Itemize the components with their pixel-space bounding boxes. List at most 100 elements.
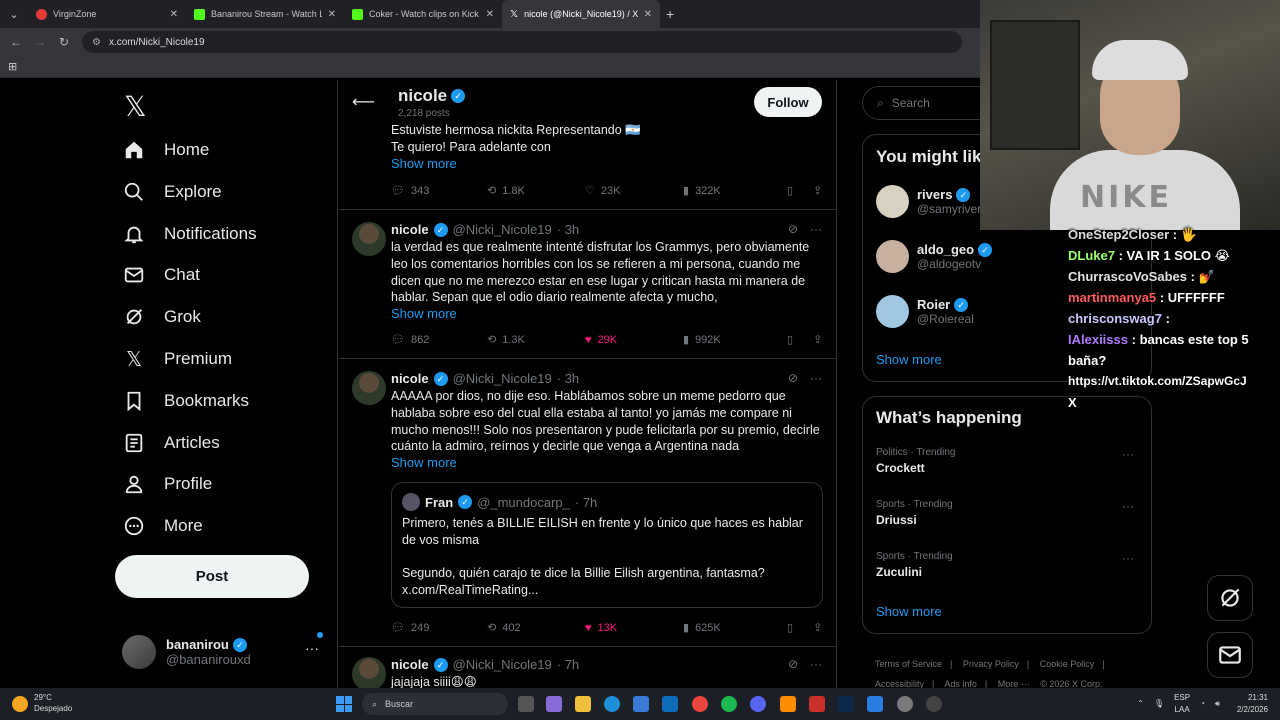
reload-icon[interactable]: ↻: [52, 35, 76, 49]
outlook-icon[interactable]: [662, 696, 678, 712]
nav-articles[interactable]: Articles: [122, 423, 220, 463]
trend-item[interactable]: Politics · Trending Crockett ···: [876, 447, 1140, 475]
browser-tab-active[interactable]: 𝕏 nicole (@Nicki_Nicole19) / X ✕: [502, 0, 660, 28]
nav-bookmarks[interactable]: Bookmarks: [122, 381, 249, 421]
ellipsis-icon[interactable]: ···: [1122, 551, 1134, 565]
post-button[interactable]: Post: [115, 555, 309, 598]
clock[interactable]: 21:31 2/2/2026: [1237, 692, 1268, 716]
grok-icon[interactable]: ⊘: [788, 371, 798, 385]
reply-button[interactable]: 💬︎ 862: [391, 333, 487, 347]
views-button[interactable]: ▮ 625K: [683, 621, 787, 635]
taskbar-search[interactable]: ⌕ Buscar: [362, 693, 508, 715]
ellipsis-icon[interactable]: ···: [1122, 447, 1134, 461]
notes-icon[interactable]: [867, 696, 883, 712]
tab-search-icon[interactable]: ⌄: [0, 0, 28, 28]
views-button[interactable]: ▮ 322K: [683, 184, 787, 198]
ellipsis-icon[interactable]: ···: [305, 640, 319, 656]
microphone-icon[interactable]: 🎙︎: [1154, 698, 1164, 710]
chevron-up-icon[interactable]: ⌃: [1137, 698, 1144, 710]
apps-grid-icon[interactable]: ⊞: [8, 60, 17, 73]
app-icon[interactable]: [780, 696, 796, 712]
tweet-time[interactable]: · 3h: [557, 222, 579, 237]
back-arrow-icon[interactable]: ←: [4, 35, 28, 49]
tweet[interactable]: nicole ✓ @Nicki_Nicole19 · 3h ⊘ ··· la v…: [338, 210, 836, 359]
discord-icon[interactable]: [750, 696, 766, 712]
grok-icon[interactable]: ⊘: [788, 657, 798, 671]
store-icon[interactable]: [633, 696, 649, 712]
reply-button[interactable]: 💬︎ 249: [391, 621, 487, 635]
wifi-icon[interactable]: ◔: [1200, 698, 1205, 710]
avatar[interactable]: [352, 657, 386, 688]
tweet[interactable]: nicole ✓ @Nicki_Nicole19 · 7h ⊘ ··· jaja…: [338, 647, 836, 688]
speaker-icon[interactable]: 🔊︎: [1215, 698, 1220, 710]
file-explorer-icon[interactable]: [575, 696, 591, 712]
nav-explore[interactable]: Explore: [122, 172, 222, 212]
tweet[interactable]: nicole ✓ @Nicki_Nicole19 · 3h ⊘ ··· AAAA…: [338, 359, 836, 647]
settings-gear-icon[interactable]: [897, 696, 913, 712]
close-tab-icon[interactable]: ✕: [644, 9, 652, 20]
nav-grok[interactable]: Grok: [122, 297, 201, 337]
author-handle[interactable]: @Nicki_Nicole19: [453, 657, 552, 672]
retweet-button[interactable]: ⟲ 1.3K: [487, 333, 585, 347]
copilot-icon[interactable]: [546, 696, 562, 712]
author-handle[interactable]: @Nicki_Nicole19: [453, 222, 552, 237]
nav-chat[interactable]: Chat: [122, 255, 200, 295]
tweet-time[interactable]: · 3h: [557, 371, 579, 386]
grok-icon[interactable]: ⊘: [788, 222, 798, 236]
photoshop-icon[interactable]: [838, 696, 854, 712]
bookmark-icon[interactable]: ▯: [787, 333, 813, 346]
show-more-link[interactable]: Show more: [391, 455, 457, 470]
reply-button[interactable]: 💬︎ 343: [391, 184, 487, 198]
browser-tab[interactable]: Bananirou Stream - Watch Live ✕: [186, 0, 344, 28]
suggested-account[interactable]: rivers ✓ @samyriver: [876, 185, 981, 218]
views-button[interactable]: ▮ 992K: [683, 333, 787, 347]
site-info-icon[interactable]: ⚙: [92, 37, 101, 48]
ellipsis-icon[interactable]: ···: [810, 371, 822, 385]
nav-home[interactable]: Home: [122, 130, 209, 170]
obs-icon[interactable]: [926, 696, 942, 712]
back-arrow-icon[interactable]: ⟵: [352, 92, 375, 112]
share-icon[interactable]: ⇪: [813, 333, 822, 346]
author-handle[interactable]: @Nicki_Nicole19: [453, 371, 552, 386]
avatar[interactable]: [352, 222, 386, 256]
weather-widget[interactable]: 29°C Despejado: [12, 692, 72, 714]
author-name[interactable]: nicole: [391, 222, 429, 237]
author-name[interactable]: nicole: [391, 371, 429, 386]
like-button[interactable]: ♡ 23K: [585, 184, 683, 198]
footer-link[interactable]: Privacy Policy: [963, 659, 1019, 669]
close-tab-icon[interactable]: ✕: [170, 9, 178, 20]
suggested-account[interactable]: Roier ✓ @Roiereal: [876, 295, 974, 328]
show-more-link[interactable]: Show more: [391, 156, 457, 171]
spotify-icon[interactable]: [721, 696, 737, 712]
new-tab-icon[interactable]: +: [666, 6, 674, 22]
x-logo-icon[interactable]: 𝕏: [124, 90, 147, 123]
tweet-time[interactable]: · 7h: [557, 657, 579, 672]
browser-tab[interactable]: VirginZone ✕: [28, 0, 186, 28]
close-tab-icon[interactable]: ✕: [328, 9, 336, 20]
show-more-link[interactable]: Show more: [391, 306, 457, 321]
ellipsis-icon[interactable]: ···: [1122, 499, 1134, 513]
trend-item[interactable]: Sports · Trending Zuculini ···: [876, 551, 1140, 579]
url-field[interactable]: ⚙ x.com/Nicki_Nicole19: [82, 31, 962, 53]
author-name[interactable]: nicole: [391, 657, 429, 672]
share-icon[interactable]: ⇪: [813, 184, 822, 197]
account-switcher[interactable]: bananirou ✓ @bananirouxd ···: [122, 632, 327, 672]
trend-item[interactable]: Sports · Trending Driussi ···: [876, 499, 1140, 527]
ellipsis-icon[interactable]: ···: [810, 222, 822, 236]
nav-premium[interactable]: 𝕏 Premium: [122, 339, 232, 379]
nav-profile[interactable]: Profile: [122, 464, 212, 504]
footer-link[interactable]: Terms of Service: [875, 659, 942, 669]
avatar[interactable]: [352, 371, 386, 405]
chrome-icon[interactable]: [692, 696, 708, 712]
suggested-account[interactable]: aldo_geo ✓ @aldogeotv: [876, 240, 993, 273]
follow-button[interactable]: Follow: [754, 87, 822, 117]
show-more-link[interactable]: Show more: [876, 352, 942, 367]
ellipsis-icon[interactable]: ···: [810, 657, 822, 671]
quoted-tweet[interactable]: Fran ✓ @_mundocarp_ · 7h Primero, tenés …: [391, 482, 823, 608]
footer-link[interactable]: Cookie Policy: [1040, 659, 1095, 669]
nav-more[interactable]: More: [122, 506, 203, 546]
edge-icon[interactable]: [604, 696, 620, 712]
nav-notifications[interactable]: Notifications: [122, 214, 257, 254]
windows-start-icon[interactable]: [336, 696, 352, 712]
bookmark-icon[interactable]: ▯: [787, 184, 813, 197]
